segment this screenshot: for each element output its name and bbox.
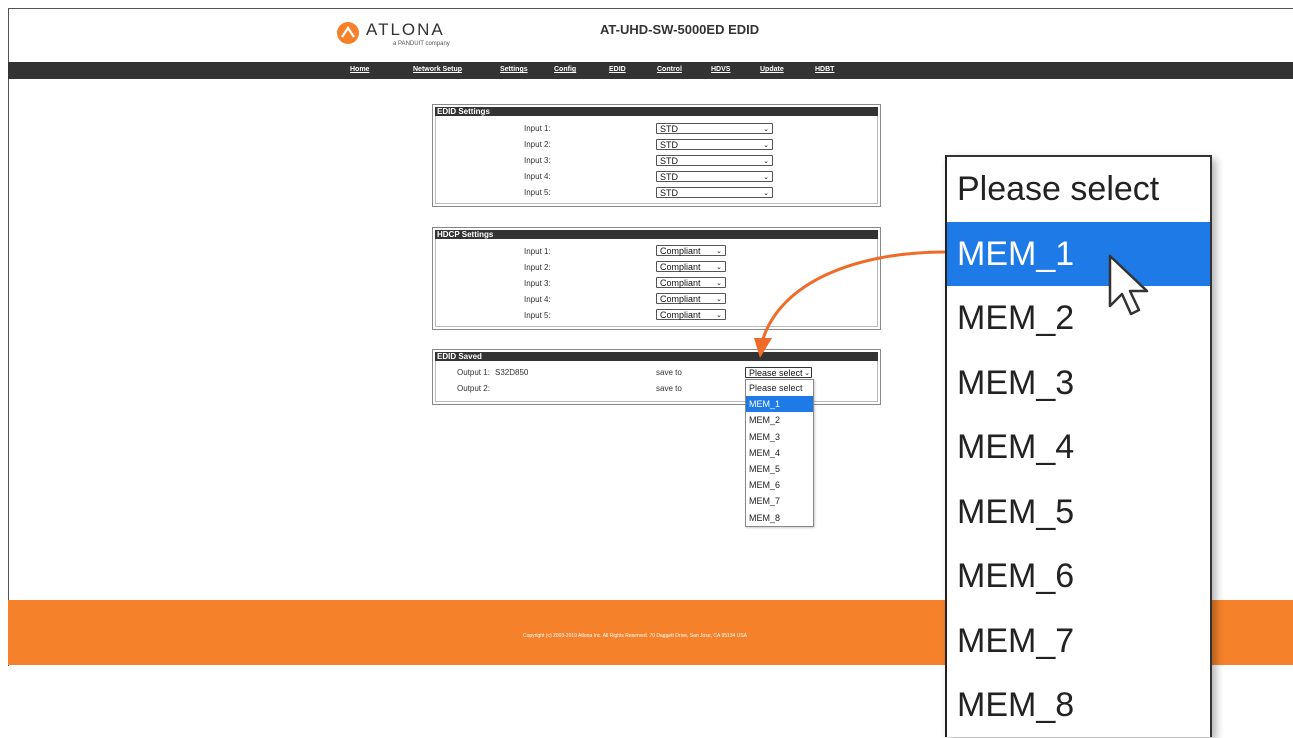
atlona-logo[interactable]: ATLONA a PANDUIT company bbox=[336, 18, 466, 50]
hdcp-input-2-select[interactable]: Compliant ⌄ bbox=[656, 261, 726, 272]
nav-hdbt[interactable]: HDBT bbox=[815, 66, 834, 73]
zoom-option-mem-3: MEM_3 bbox=[957, 363, 1075, 402]
output-2-save-label: save to bbox=[656, 384, 682, 393]
hdcp-input-3-select[interactable]: Compliant ⌄ bbox=[656, 277, 726, 288]
zoom-option-mem-6: MEM_6 bbox=[957, 557, 1075, 595]
footer-copyright: Copyright (c) 2003-2019 Atlona Inc. All … bbox=[523, 633, 748, 639]
chevron-down-icon: ⌄ bbox=[763, 158, 769, 165]
edid-settings-heading: EDID Settings bbox=[435, 107, 878, 116]
hdcp-input-4-select[interactable]: Compliant ⌄ bbox=[656, 293, 726, 304]
chevron-down-icon: ⌄ bbox=[763, 142, 769, 149]
nav-hdvs[interactable]: HDVS bbox=[711, 66, 730, 73]
callout-arrow-icon bbox=[754, 250, 946, 358]
dropdown-option-mem-5[interactable]: MEM_5 bbox=[746, 461, 813, 477]
hdcp-input-1-label: Input 1: bbox=[524, 247, 551, 256]
chevron-down-icon: ⌄ bbox=[716, 280, 722, 287]
dropdown-option-mem-2[interactable]: MEM_2 bbox=[746, 412, 813, 428]
nav-network-setup[interactable]: Network Setup bbox=[413, 66, 462, 73]
output-1-save-label: save to bbox=[656, 368, 682, 377]
mouse-pointer-icon bbox=[1108, 254, 1149, 316]
edid-input-5-select[interactable]: STD ⌄ bbox=[656, 187, 773, 198]
edid-input-1-label: Input 1: bbox=[524, 124, 551, 133]
chevron-down-icon: ⌄ bbox=[763, 126, 769, 133]
dropdown-option-mem-6[interactable]: MEM_6 bbox=[746, 477, 813, 493]
hdcp-input-2-label: Input 2: bbox=[524, 263, 551, 272]
dropdown-option-mem-4[interactable]: MEM_4 bbox=[746, 445, 813, 461]
zoom-option-mem-8: MEM_8 bbox=[957, 686, 1075, 724]
page-title: AT-UHD-SW-5000ED EDID bbox=[600, 22, 760, 37]
nav-control[interactable]: Control bbox=[657, 66, 682, 73]
dropdown-option-mem-1[interactable]: MEM_1 bbox=[746, 396, 813, 413]
output-2-label: Output 2: bbox=[457, 384, 490, 393]
edid-input-4-select[interactable]: STD ⌄ bbox=[656, 171, 773, 182]
edid-input-4-label: Input 4: bbox=[524, 172, 551, 181]
zoom-option-please-select: Please select bbox=[957, 170, 1160, 208]
chevron-down-icon: ⌄ bbox=[716, 248, 722, 255]
zoom-option-mem-4: MEM_4 bbox=[957, 428, 1075, 466]
nav-update[interactable]: Update bbox=[760, 66, 784, 73]
output-1-label: Output 1: bbox=[457, 368, 490, 377]
hdcp-settings-heading: HDCP Settings bbox=[435, 230, 878, 239]
hdcp-input-5-select[interactable]: Compliant ⌄ bbox=[656, 309, 726, 320]
atlona-logo-icon bbox=[337, 22, 359, 44]
dropdown-option-please-select[interactable]: Please select bbox=[746, 380, 813, 396]
save-to-dropdown-list: Please select MEM_1 MEM_2 MEM_3 MEM_4 ME… bbox=[745, 379, 814, 527]
hdcp-input-4-label: Input 4: bbox=[524, 295, 551, 304]
nav-config[interactable]: Config bbox=[554, 66, 576, 73]
edid-input-2-label: Input 2: bbox=[524, 140, 551, 149]
chevron-down-icon: ⌄ bbox=[716, 296, 722, 303]
hdcp-input-5-label: Input 5: bbox=[524, 311, 551, 320]
hdcp-input-3-label: Input 3: bbox=[524, 279, 551, 288]
brand-subtitle: a PANDUIT company bbox=[393, 41, 450, 47]
zoom-option-mem-5: MEM_5 bbox=[957, 492, 1075, 531]
nav-settings[interactable]: Settings bbox=[500, 66, 528, 73]
output-1-device: S32D850 bbox=[495, 368, 529, 377]
dropdown-option-mem-3[interactable]: MEM_3 bbox=[746, 429, 813, 445]
zoom-option-mem-1: MEM_1 bbox=[947, 221, 1210, 286]
magnified-dropdown-callout: Please select MEM_1 MEM_2 MEM_3 MEM_4 ME… bbox=[945, 155, 1212, 737]
edid-input-3-select[interactable]: STD ⌄ bbox=[656, 155, 773, 166]
chevron-down-icon: ⌄ bbox=[763, 174, 769, 181]
brand-name: ATLONA bbox=[366, 20, 445, 39]
zoom-option-mem-7: MEM_7 bbox=[957, 621, 1075, 660]
dropdown-option-mem-7[interactable]: MEM_7 bbox=[746, 493, 813, 509]
edid-input-3-label: Input 3: bbox=[524, 156, 551, 165]
edid-input-2-select[interactable]: STD ⌄ bbox=[656, 139, 773, 150]
nav-home[interactable]: Home bbox=[350, 66, 369, 73]
chevron-down-icon: ⌄ bbox=[763, 190, 769, 197]
chevron-down-icon: ⌄ bbox=[716, 264, 722, 271]
chevron-down-icon: ⌄ bbox=[716, 312, 722, 319]
zoom-option-mem-2: MEM_2 bbox=[957, 299, 1075, 337]
dropdown-option-mem-8[interactable]: MEM_8 bbox=[746, 510, 813, 526]
edid-input-1-select[interactable]: STD ⌄ bbox=[656, 123, 773, 134]
nav-edid[interactable]: EDID bbox=[609, 66, 626, 73]
main-nav: Home Network Setup Settings Config EDID … bbox=[8, 62, 1293, 79]
edid-input-5-label: Input 5: bbox=[524, 188, 551, 197]
hdcp-input-1-select[interactable]: Compliant ⌄ bbox=[656, 245, 726, 256]
